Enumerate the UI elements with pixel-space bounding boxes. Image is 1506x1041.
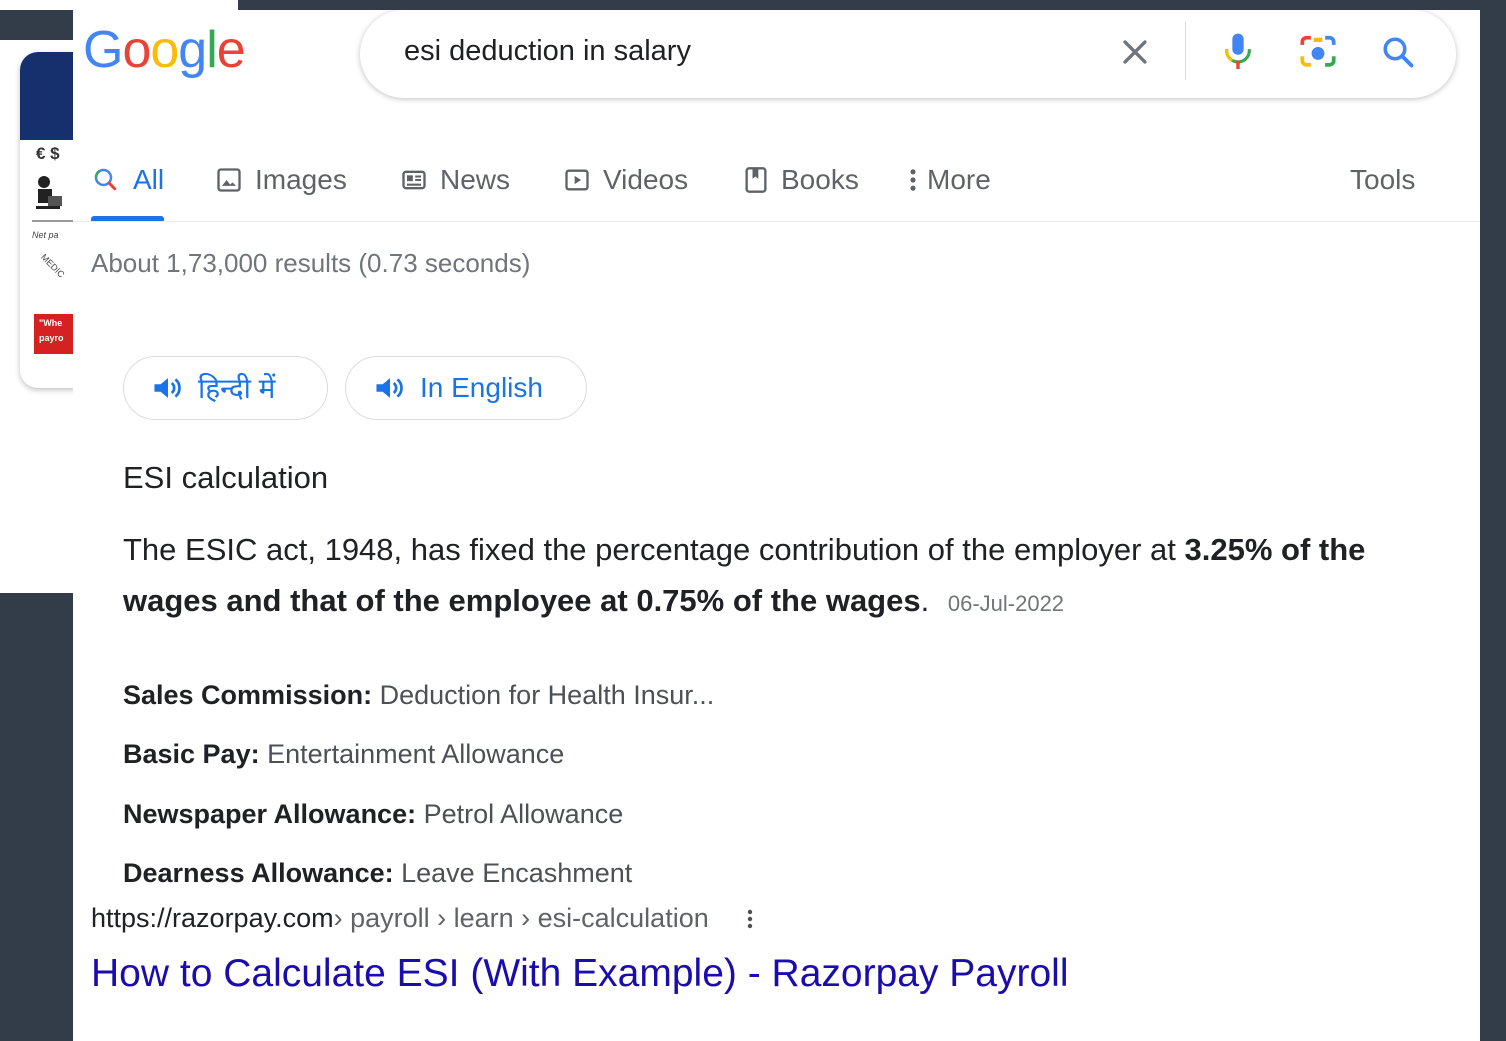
logo-letter: o (150, 21, 179, 79)
tab-label: Videos (603, 164, 689, 195)
listen-english-label: In English (420, 372, 543, 403)
list-item-label: Basic Pay: (123, 739, 260, 769)
play-icon (563, 166, 591, 194)
vertical-dots-icon (907, 166, 919, 194)
snippet-text-plain: The ESIC act, 1948, has fixed the percen… (123, 532, 1185, 567)
currency-symbols: € $ (36, 144, 60, 163)
tab-more[interactable]: More (907, 160, 991, 200)
book-icon (743, 166, 769, 194)
result-url-breadcrumb: › payroll › learn › esi-calculation (333, 903, 709, 933)
background-window-strip (0, 0, 238, 10)
list-item: Dearness Allowance: Leave Encashment (123, 858, 632, 889)
list-item: Basic Pay: Entertainment Allowance (123, 739, 564, 770)
logo-letter: o (122, 21, 151, 79)
search-icon (91, 165, 121, 195)
list-item-label: Newspaper Allowance: (123, 799, 417, 829)
background-thumbnail-card: € $ Net pa MEDIC "Whe payro (20, 52, 80, 388)
result-options-icon[interactable] (745, 904, 755, 934)
list-item-value: Petrol Allowance (423, 799, 624, 829)
tab-label: All (133, 164, 165, 195)
speaker-icon (374, 374, 406, 402)
thumbnail-net-text: Net pa (32, 230, 59, 240)
snippet-text: The ESIC act, 1948, has fixed the percen… (123, 524, 1413, 629)
result-title-link[interactable]: How to Calculate ESI (With Example) - Ra… (91, 952, 1069, 996)
tab-label: Books (781, 164, 859, 195)
list-item: Newspaper Allowance: Petrol Allowance (123, 799, 623, 830)
tab-label: News (440, 164, 511, 195)
list-item-value: Entertainment Allowance (267, 739, 565, 769)
logo-letter: G (83, 21, 123, 79)
tabs-divider (73, 221, 1480, 222)
image-icon (215, 166, 243, 194)
tab-label: Images (255, 164, 347, 195)
listen-hindi-button[interactable]: हिन्दी में (123, 356, 328, 420)
google-search-window: Google esi deduction in salary All Image… (73, 10, 1480, 1041)
snippet-heading: ESI calculation (123, 460, 329, 495)
tab-videos[interactable]: Videos (563, 160, 688, 200)
google-logo[interactable]: Google (83, 20, 246, 80)
tab-label: More (927, 164, 991, 195)
list-item-label: Dearness Allowance: (123, 858, 394, 888)
list-item-value: Leave Encashment (401, 858, 633, 888)
search-tabs: All Images News Videos Books More Tools (91, 154, 1480, 222)
camera-lens-icon[interactable] (1298, 32, 1338, 72)
close-icon[interactable] (1115, 32, 1155, 72)
person-at-desk-icon (36, 176, 62, 209)
logo-letter: e (216, 21, 246, 79)
search-divider (1185, 22, 1186, 80)
snippet-text-end: . (920, 583, 930, 618)
tab-all[interactable]: All (91, 160, 164, 200)
logo-letter: g (178, 21, 207, 79)
microphone-icon[interactable] (1218, 32, 1258, 72)
tab-images[interactable]: Images (215, 160, 347, 200)
listen-hindi-label: हिन्दी में (198, 373, 276, 404)
results-stats: About 1,73,000 results (0.73 seconds) (91, 248, 531, 278)
search-icon[interactable] (1378, 32, 1418, 72)
tab-books[interactable]: Books (743, 160, 859, 200)
list-item-label: Sales Commission: (123, 680, 373, 710)
logo-letter: l (206, 21, 218, 79)
search-input[interactable] (402, 30, 1106, 72)
news-icon (400, 166, 428, 194)
result-url[interactable]: https://razorpay.com › payroll › learn ›… (91, 903, 755, 934)
tools-button[interactable]: Tools (1350, 160, 1415, 200)
thumbnail-slant-text: MEDIC (38, 252, 67, 280)
listen-english-button[interactable]: In English (345, 356, 587, 420)
snippet-date: 06-Jul-2022 (947, 591, 1065, 616)
search-box (360, 10, 1456, 98)
result-url-host: https://razorpay.com (91, 903, 334, 933)
thumbnail-header-band (20, 52, 80, 140)
tab-news[interactable]: News (400, 160, 510, 200)
speaker-icon (152, 374, 184, 402)
list-item-value: Deduction for Health Insur... (379, 680, 715, 710)
list-item: Sales Commission: Deduction for Health I… (123, 680, 714, 711)
